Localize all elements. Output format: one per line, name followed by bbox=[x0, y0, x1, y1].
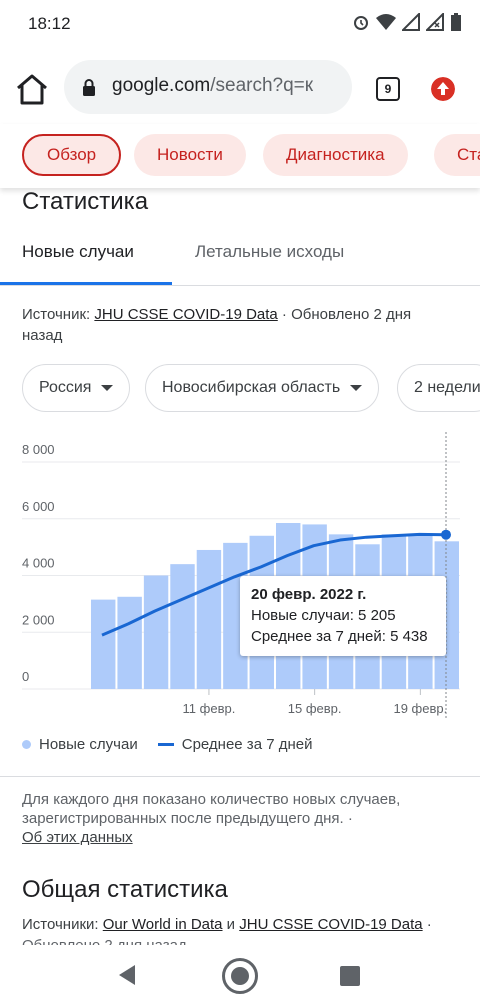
tooltip-date: 20 февр. 2022 г. bbox=[251, 586, 367, 603]
owid-link[interactable]: Our World in Data bbox=[103, 916, 223, 933]
y-tick-label: 2 000 bbox=[22, 612, 55, 627]
search-chips: Обзор Новости Диагностика Ста bbox=[0, 124, 480, 188]
bar bbox=[196, 549, 222, 689]
legend-bars-label: Новые случаи bbox=[39, 736, 138, 753]
back-icon[interactable] bbox=[117, 964, 137, 986]
general-stats-title: Общая статистика bbox=[22, 876, 228, 903]
filter-row: Россия Новосибирская область 2 недели bbox=[22, 364, 480, 412]
x-tick-label: 15 февр. bbox=[288, 701, 342, 716]
general-updated-cut: Обновлено 2 дня назад bbox=[22, 937, 462, 945]
bar bbox=[91, 599, 116, 689]
status-icons bbox=[352, 12, 462, 32]
y-tick-label: 6 000 bbox=[22, 499, 55, 514]
chip-news[interactable]: Новости bbox=[134, 134, 246, 176]
update-icon[interactable] bbox=[431, 77, 455, 101]
chip-statistics[interactable]: Ста bbox=[434, 134, 480, 176]
note-text: Для каждого дня показано количество новы… bbox=[22, 791, 401, 827]
tab-deaths[interactable]: Летальные исходы bbox=[195, 242, 344, 262]
chevron-down-icon bbox=[350, 384, 363, 391]
tab-switcher-button[interactable]: 9 bbox=[376, 77, 400, 101]
tab-new-cases[interactable]: Новые случаи bbox=[22, 242, 134, 262]
x-tick-label: 19 февр. bbox=[393, 701, 447, 716]
battery-icon bbox=[451, 13, 461, 31]
bar bbox=[117, 596, 142, 689]
wifi-icon bbox=[376, 14, 396, 30]
region-label: Новосибирская область bbox=[162, 379, 341, 396]
legend-bars-swatch bbox=[22, 740, 31, 749]
general-sources: Источники: Our World in Data и JHU CSSE … bbox=[22, 916, 432, 933]
legend-line-swatch bbox=[157, 743, 174, 746]
tooltip-cases: Новые случаи: 5 205 bbox=[251, 607, 396, 624]
country-label: Россия bbox=[39, 379, 92, 396]
chart-tooltip: 20 февр. 2022 г. Новые случаи: 5 205 Сре… bbox=[240, 576, 446, 656]
general-sources-suffix: · bbox=[422, 916, 432, 933]
about-data-link[interactable]: Об этих данных bbox=[22, 829, 133, 846]
status-time: 18:12 bbox=[28, 14, 71, 33]
system-nav-bar bbox=[0, 946, 480, 1008]
source-line: Источник: JHU CSSE COVID-19 Data · Обнов… bbox=[22, 304, 442, 346]
active-tab-indicator bbox=[0, 282, 172, 285]
chip-diagnostics[interactable]: Диагностика bbox=[263, 134, 408, 176]
tooltip-average: Среднее за 7 дней: 5 438 bbox=[251, 628, 428, 645]
divider bbox=[0, 776, 480, 777]
address-bar[interactable]: google.com/search?q=к bbox=[64, 60, 352, 114]
jhu-link[interactable]: JHU CSSE COVID-19 Data bbox=[239, 916, 422, 933]
hover-point bbox=[441, 529, 451, 540]
source-prefix: Источник: bbox=[22, 306, 95, 323]
alarm-icon bbox=[354, 16, 368, 30]
y-tick-label: 0 bbox=[22, 669, 29, 684]
period-dropdown[interactable]: 2 недели bbox=[397, 364, 480, 412]
signal-x-icon bbox=[426, 13, 444, 31]
x-tick-label: 11 февр. bbox=[183, 701, 236, 716]
recents-icon[interactable] bbox=[340, 966, 360, 986]
bar bbox=[143, 575, 169, 689]
url-text: google.com/search?q=к bbox=[112, 75, 313, 97]
general-sources-and: и bbox=[222, 916, 240, 933]
country-dropdown[interactable]: Россия bbox=[22, 364, 131, 412]
url-path: /search?q=к bbox=[210, 75, 314, 96]
home-nav-icon[interactable] bbox=[222, 958, 258, 994]
lock-icon bbox=[83, 79, 95, 96]
chevron-down-icon bbox=[101, 384, 114, 391]
chart-legend: Новые случаи Среднее за 7 дней bbox=[22, 736, 312, 753]
bar bbox=[170, 564, 195, 689]
y-tick-label: 4 000 bbox=[22, 556, 55, 571]
y-tick-label: 8 000 bbox=[22, 442, 55, 457]
status-bar: 18:12 bbox=[0, 0, 480, 50]
url-domain: google.com bbox=[112, 75, 211, 96]
general-sources-prefix: Источники: bbox=[22, 916, 103, 933]
source-link[interactable]: JHU CSSE COVID-19 Data bbox=[94, 306, 277, 323]
chip-overview[interactable]: Обзор bbox=[22, 134, 122, 176]
home-icon[interactable] bbox=[14, 72, 50, 106]
period-label: 2 недели bbox=[414, 379, 480, 396]
stats-tabs: Новые случаи Летальные исходы bbox=[0, 232, 480, 286]
data-note: Для каждого дня показано количество новы… bbox=[22, 791, 401, 846]
legend-line-label: Среднее за 7 дней bbox=[181, 736, 313, 753]
region-dropdown[interactable]: Новосибирская область bbox=[145, 364, 380, 412]
signal-icon bbox=[402, 13, 420, 31]
browser-toolbar: google.com/search?q=к 9 bbox=[0, 50, 480, 124]
section-title: Статистика bbox=[22, 188, 149, 215]
